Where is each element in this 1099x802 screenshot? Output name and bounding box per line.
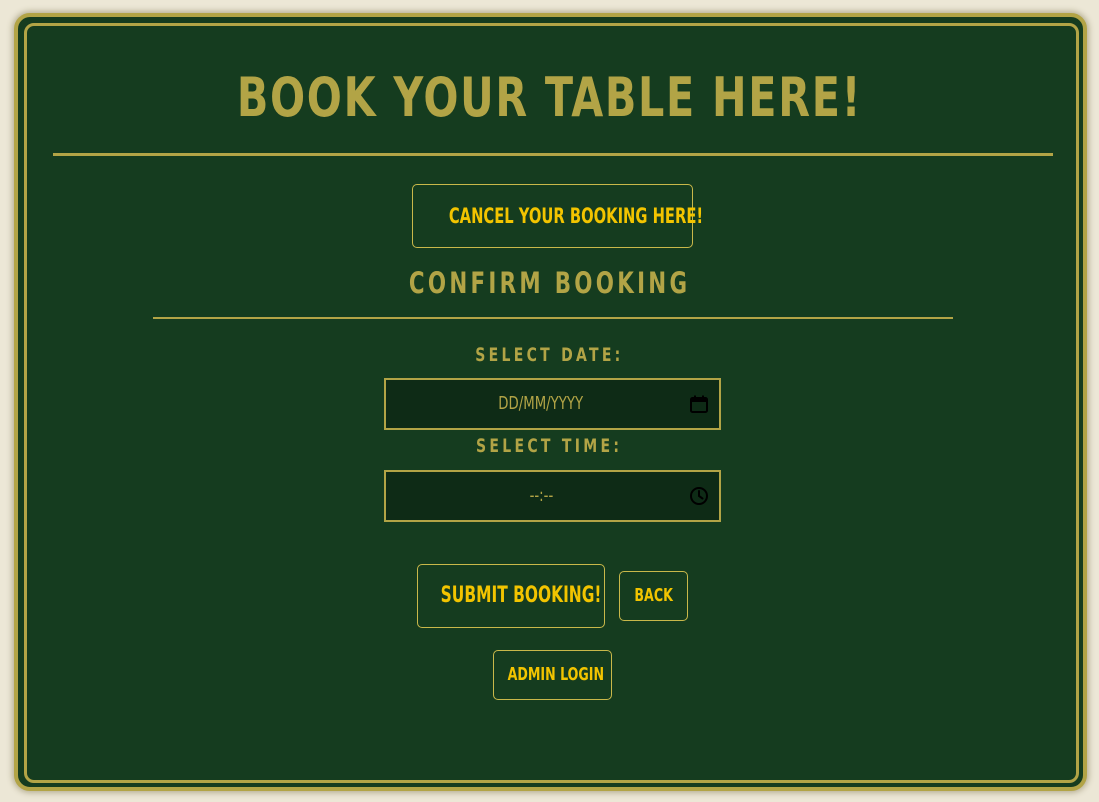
time-placeholder-text: --:--: [529, 485, 553, 506]
form-title-text: CONFIRM BOOKING: [408, 266, 691, 300]
title-divider: [53, 153, 1053, 156]
back-button[interactable]: BACK: [619, 571, 688, 621]
time-label: SELECT TIME:: [0, 433, 1099, 459]
date-input[interactable]: DD/MM/YYYY: [384, 378, 721, 430]
clock-icon[interactable]: [689, 486, 709, 506]
calendar-icon[interactable]: [689, 394, 709, 414]
date-label-text: SELECT DATE:: [475, 344, 624, 366]
admin-login-button[interactable]: ADMIN LOGIN: [493, 650, 612, 700]
time-input[interactable]: --:--: [384, 470, 721, 522]
time-placeholder: --:--: [386, 472, 696, 520]
time-label-text: SELECT TIME:: [476, 435, 623, 457]
back-label: BACK: [634, 585, 673, 606]
date-label: SELECT DATE:: [0, 342, 1099, 368]
cancel-booking-button[interactable]: CANCEL YOUR BOOKING HERE!: [412, 184, 703, 248]
date-placeholder: DD/MM/YYYY: [386, 380, 696, 428]
submit-booking-button[interactable]: SUBMIT BOOKING!: [417, 564, 605, 628]
submit-booking-label: SUBMIT BOOKING!: [440, 583, 602, 608]
form-divider: [153, 317, 953, 319]
form-title: CONFIRM BOOKING: [0, 263, 1099, 303]
date-placeholder-text: DD/MM/YYYY: [498, 393, 584, 414]
page-title: BOOK YOUR TABLE HERE!: [236, 66, 863, 129]
cancel-booking-label: CANCEL YOUR BOOKING HERE!: [448, 204, 704, 228]
admin-login-label: ADMIN LOGIN: [507, 664, 605, 685]
